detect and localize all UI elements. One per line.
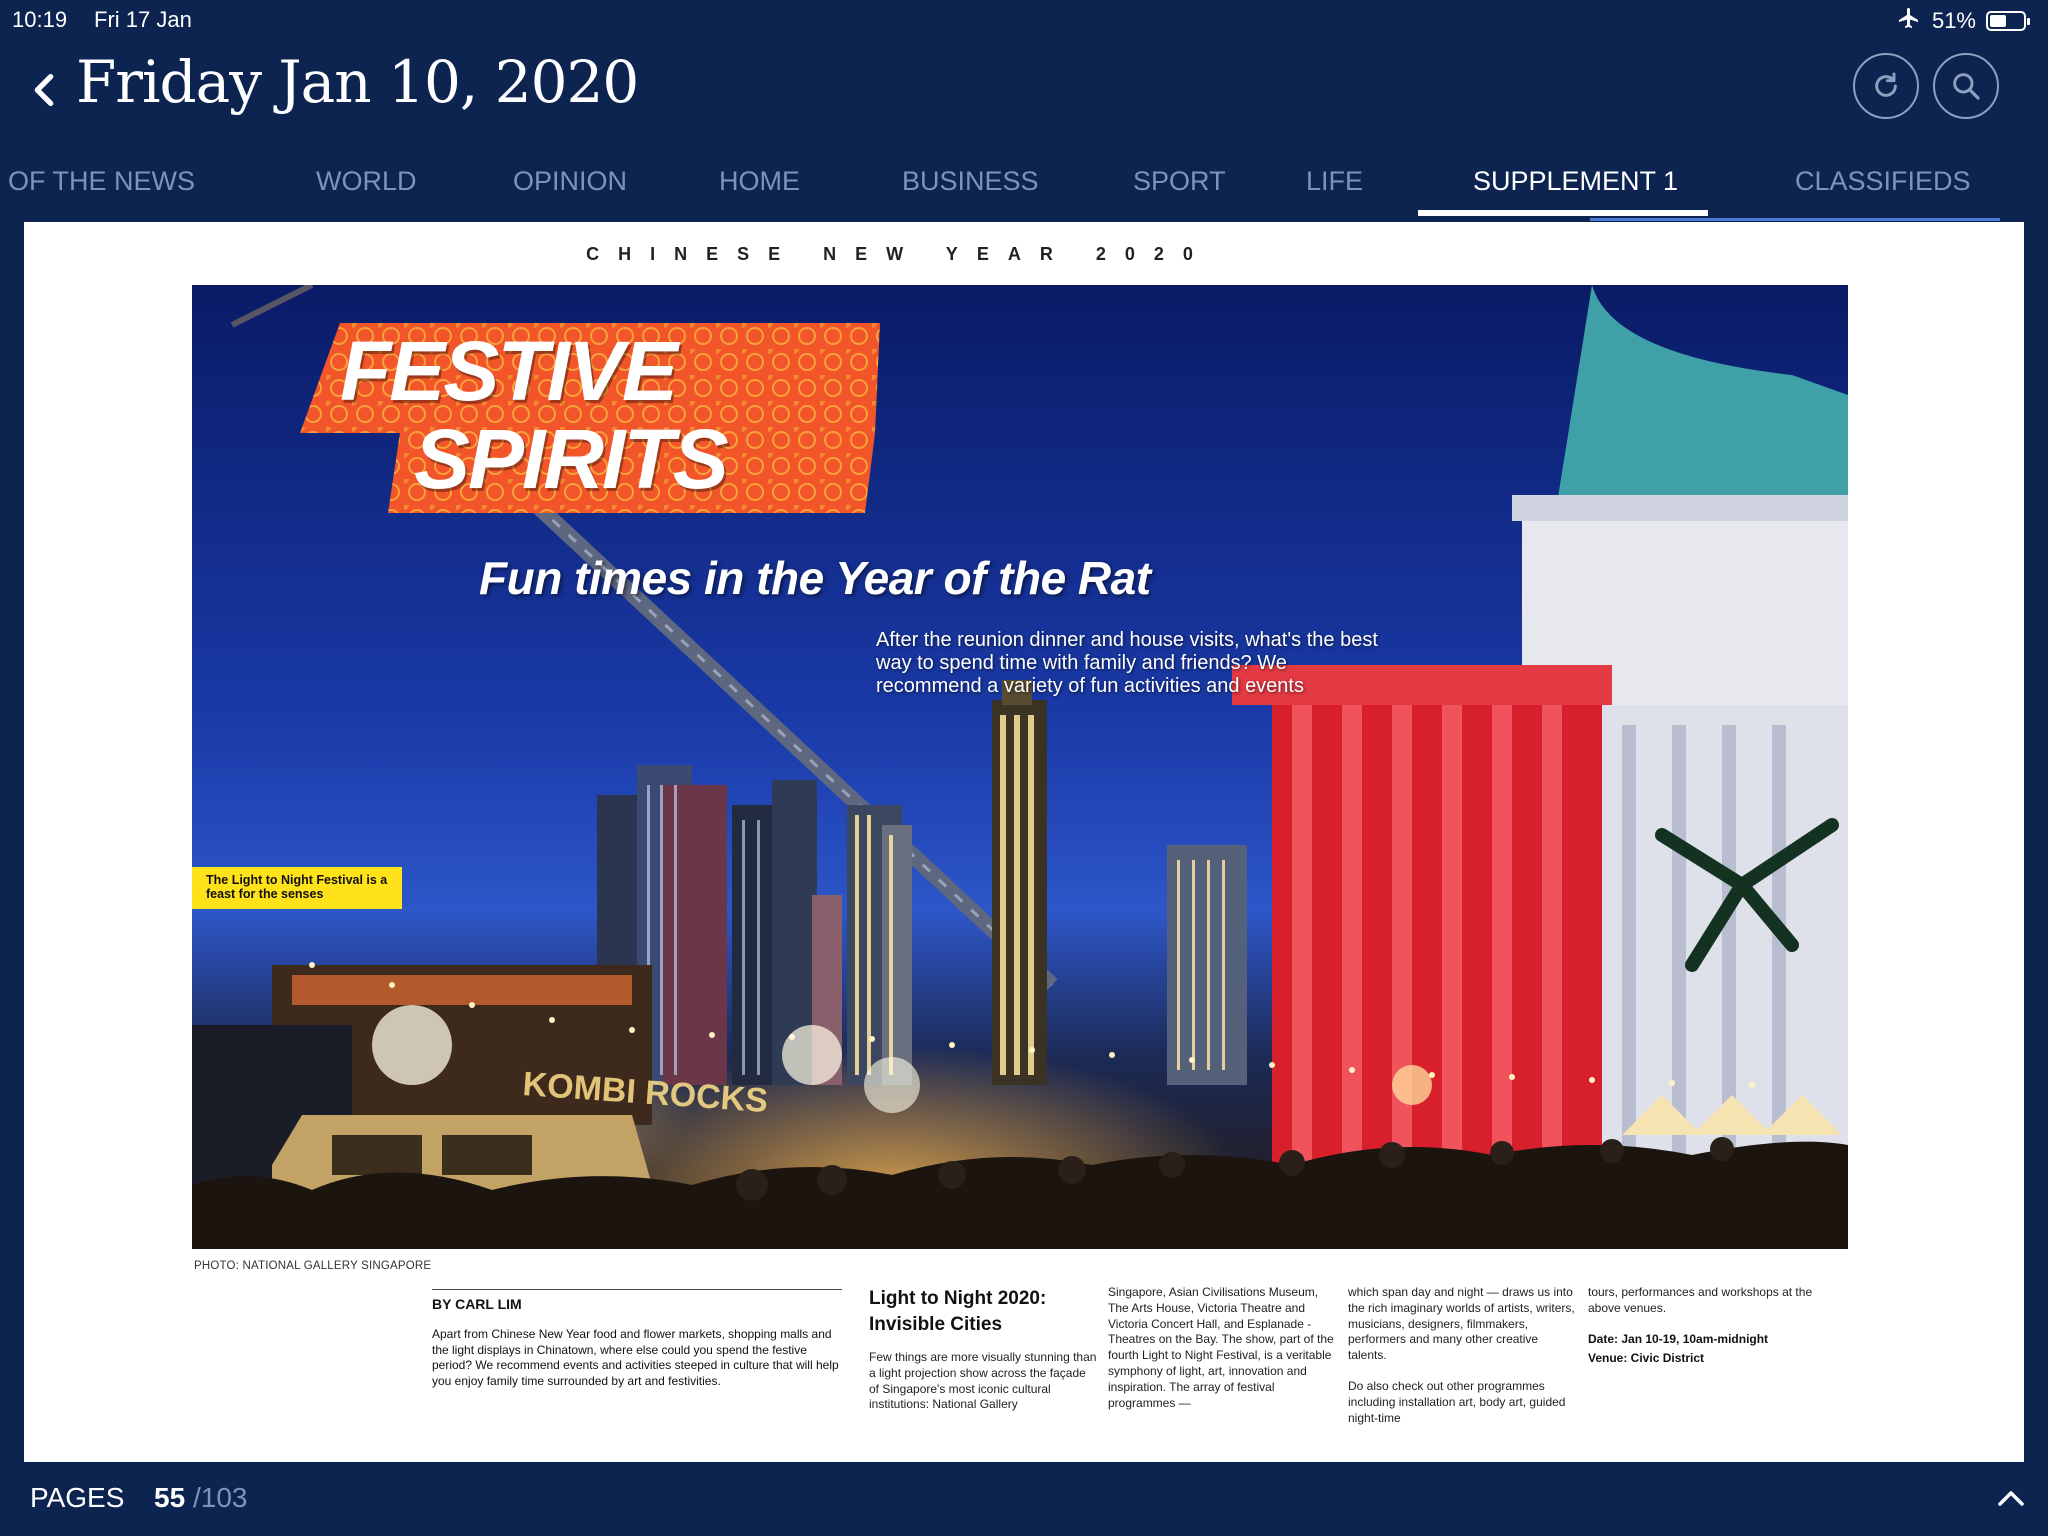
subheadline: Fun times in the Year of the Rat (479, 552, 1151, 604)
refresh-button[interactable] (1853, 53, 1919, 119)
byline-divider (432, 1289, 842, 1290)
section-heading: Light to Night 2020: Invisible Cities (869, 1288, 1047, 1335)
lede-paragraph: Apart from Chinese New Year food and flo… (432, 1327, 839, 1388)
status-bar: 10:19 Fri 17 Jan 51% (0, 0, 2048, 40)
headline-line-2: SPIRITS (414, 412, 729, 506)
airplane-mode-icon (1896, 6, 1922, 36)
refresh-icon (1875, 72, 1897, 97)
tab-supplement-1[interactable]: SUPPLEMENT 1 (1473, 166, 1678, 197)
section-supertitle: CHINESE NEW YEAR 2020 (586, 244, 1212, 264)
body-column-2: Singapore, Asian Civilisations Museum, T… (1108, 1285, 1334, 1410)
pages-label[interactable]: PAGES (30, 1482, 124, 1514)
active-tab-underline (1418, 210, 1708, 216)
tab-sport[interactable]: SPORT (1133, 166, 1226, 197)
tab-world[interactable]: WORLD (316, 166, 417, 197)
back-chevron-icon[interactable] (30, 70, 60, 114)
headline: FESTIVE SPIRITS (340, 324, 729, 506)
photo-caption: The Light to Night Festival is a feast f… (192, 867, 402, 909)
chevron-up-icon[interactable] (1996, 1486, 2026, 1510)
tab-classifieds[interactable]: CLASSIFIEDS (1795, 166, 1971, 197)
body-column-4: tours, performances and workshops at the… (1588, 1285, 1818, 1367)
photo-credit: PHOTO: NATIONAL GALLERY SINGAPORE (194, 1260, 432, 1272)
body-column-1: Few things are more visually stunning th… (869, 1350, 1097, 1412)
body-paragraph: tours, performances and workshops at the… (1588, 1285, 1813, 1315)
current-page-number: 55 (154, 1482, 186, 1513)
battery-icon (1986, 11, 2030, 31)
event-date: Date: Jan 10-19, 10am-midnight (1588, 1331, 1769, 1346)
battery-percent: 51% (1931, 8, 1976, 33)
newspaper-page[interactable]: CHINESE NEW YEAR 2020 KOMBI ROCKS FESTIV… (24, 222, 2024, 1462)
body-paragraph: Do also check out other programmes inclu… (1348, 1378, 1566, 1425)
body-column-3: which span day and night — draws us into… (1348, 1285, 1578, 1441)
pages-footer: PAGES 55 /103 (0, 1464, 2048, 1536)
search-button[interactable] (1933, 53, 1999, 119)
byline: BY CARL LIM (432, 1296, 522, 1312)
section-tabs: OF THE NEWS WORLD OPINION HOME BUSINESS … (0, 160, 2048, 221)
app-header: Friday Jan 10, 2020 (0, 40, 2048, 150)
headline-line-1: FESTIVE (340, 324, 678, 418)
intro-text: After the reunion dinner and house visit… (876, 629, 1378, 697)
body-paragraph: which span day and night — draws us into… (1348, 1285, 1575, 1363)
total-pages: /103 (193, 1482, 248, 1513)
edition-date-title[interactable]: Friday Jan 10, 2020 (76, 48, 639, 116)
tab-top-of-the-news[interactable]: OF THE NEWS (8, 166, 195, 197)
event-venue: Venue: Civic District (1588, 1351, 1705, 1366)
tab-opinion[interactable]: OPINION (513, 166, 627, 197)
search-icon (1953, 73, 1980, 100)
tab-life[interactable]: LIFE (1306, 166, 1363, 197)
status-time: 10:19 (12, 7, 68, 32)
tab-home[interactable]: HOME (719, 166, 800, 197)
tab-business[interactable]: BUSINESS (902, 166, 1039, 197)
hero-photo: KOMBI ROCKS FESTIVE SPIRITS Fun times in… (192, 285, 1848, 1249)
status-date: Fri 17 Jan (94, 7, 192, 32)
tab-scroll-indicator (1590, 218, 2000, 221)
